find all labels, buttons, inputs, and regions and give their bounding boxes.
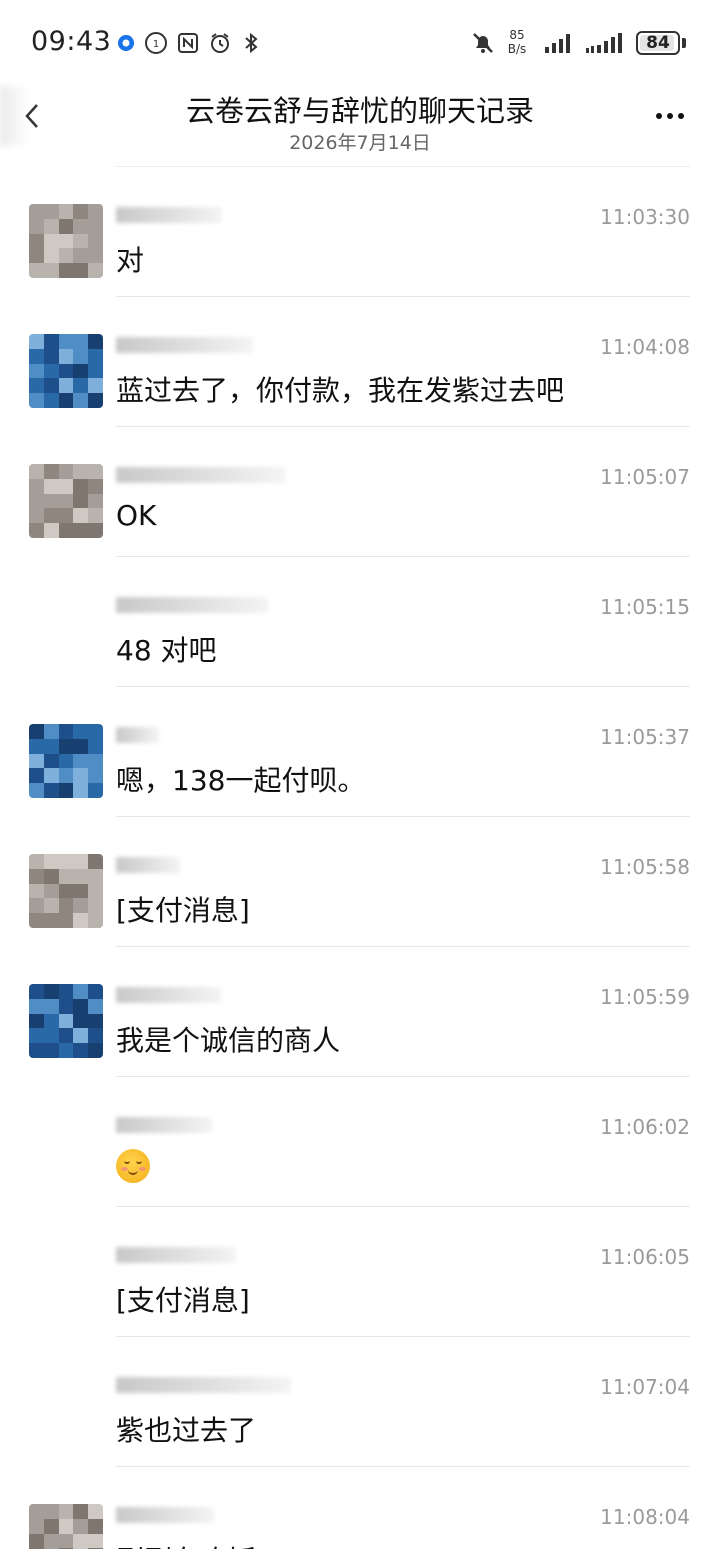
alarm-icon <box>207 30 233 56</box>
avatar[interactable] <box>29 204 103 278</box>
message-text: 嗯，138一起付呗。 <box>116 764 366 797</box>
message-text: 我是个诚信的商人 <box>116 1024 341 1057</box>
battery-indicator: 84 <box>636 31 680 55</box>
clock: 09:43 <box>31 26 112 57</box>
chat-history-header: 云卷云舒与辞忧的聊天记录 2026年7月14日 <box>0 86 720 167</box>
message-text <box>116 1149 150 1190</box>
message-item[interactable]: 11:06:02 <box>0 1077 720 1207</box>
message-item[interactable]: 11:05:37 嗯，138一起付呗。 <box>0 687 720 817</box>
message-time: 11:05:59 <box>600 985 690 1009</box>
message-item[interactable]: 11:05:15 48 对吧 <box>0 557 720 687</box>
message-item[interactable]: 11:06:05 [支付消息] <box>0 1207 720 1337</box>
message-item[interactable]: 11:07:04 紫也过去了 <box>0 1337 720 1467</box>
avatar[interactable] <box>29 854 103 928</box>
message-text: 对 <box>116 244 145 277</box>
message-time: 11:06:05 <box>600 1245 690 1269</box>
message-text: 刚刚在吃饭 <box>116 1539 256 1549</box>
message-item[interactable]: 11:04:08 蓝过去了，你付款，我在发紫过去吧 <box>0 297 720 427</box>
message-item[interactable]: 11:05:58 [支付消息] <box>0 817 720 947</box>
net-speed: 85 B/s <box>505 28 529 56</box>
more-dot-icon <box>656 113 662 119</box>
more-options-button[interactable] <box>648 96 692 136</box>
sender-name-blurred <box>116 857 180 873</box>
message-text: 紫也过去了 <box>116 1414 257 1447</box>
message-text: OK <box>116 499 157 532</box>
avatar[interactable] <box>29 984 103 1058</box>
more-dot-icon <box>667 113 673 119</box>
message-text: 48 对吧 <box>116 634 217 667</box>
bluetooth-icon <box>238 30 264 56</box>
message-item[interactable]: 11:05:07 OK <box>0 427 720 557</box>
sender-name-blurred <box>116 1247 236 1263</box>
message-text: [支付消息] <box>116 1284 250 1317</box>
message-item[interactable]: 11:08:04 刚刚在吃饭 <box>0 1467 720 1549</box>
message-item[interactable]: 11:03:30 对 <box>0 167 720 297</box>
message-time: 11:03:30 <box>600 205 690 229</box>
sender-name-blurred <box>116 467 285 483</box>
blush-smile-emoji <box>116 1149 150 1183</box>
message-time: 11:08:04 <box>600 1505 690 1529</box>
net-speed-value: 85 <box>509 28 525 42</box>
signal-icon <box>544 30 576 56</box>
nfc-sim-icon: 1 <box>143 30 169 56</box>
avatar[interactable] <box>29 464 103 538</box>
message-time: 11:05:58 <box>600 855 690 879</box>
signal-icon-2 <box>585 30 629 56</box>
sender-name-blurred <box>116 1377 291 1393</box>
message-time: 11:06:02 <box>600 1115 690 1139</box>
battery-level: 84 <box>646 33 670 53</box>
sender-name-blurred <box>116 1117 212 1133</box>
svg-text:1: 1 <box>153 39 159 50</box>
sender-name-blurred <box>116 597 268 613</box>
status-bar: 09:43 1 85 B/s 84 <box>0 0 720 86</box>
more-dot-icon <box>678 113 684 119</box>
message-time: 11:05:07 <box>600 465 690 489</box>
message-text: 蓝过去了，你付款，我在发紫过去吧 <box>116 374 565 407</box>
avatar[interactable] <box>29 724 103 798</box>
page-subtitle-date: 2026年7月14日 <box>289 132 431 154</box>
mute-bell-icon <box>470 30 496 56</box>
sender-name-blurred <box>116 337 253 353</box>
location-dot-icon <box>113 30 139 56</box>
message-list[interactable]: 11:03:30 对 11:04:08 蓝过去了，你付款，我在发紫过去吧 11:05:0… <box>0 167 720 1549</box>
message-time: 11:05:15 <box>600 595 690 619</box>
message-text: [支付消息] <box>116 894 250 927</box>
nfc-icon <box>175 30 201 56</box>
message-time: 11:05:37 <box>600 725 690 749</box>
message-time: 11:07:04 <box>600 1375 690 1399</box>
message-item[interactable]: 11:05:59 我是个诚信的商人 <box>0 947 720 1077</box>
avatar[interactable] <box>29 334 103 408</box>
message-time: 11:04:08 <box>600 335 690 359</box>
net-speed-unit: B/s <box>507 42 527 56</box>
sender-name-blurred <box>116 987 221 1003</box>
page-title: 云卷云舒与辞忧的聊天记录 <box>185 94 534 128</box>
sender-name-blurred <box>116 1507 214 1523</box>
avatar[interactable] <box>29 1504 103 1549</box>
sender-name-blurred <box>116 727 159 743</box>
sender-name-blurred <box>116 207 222 223</box>
